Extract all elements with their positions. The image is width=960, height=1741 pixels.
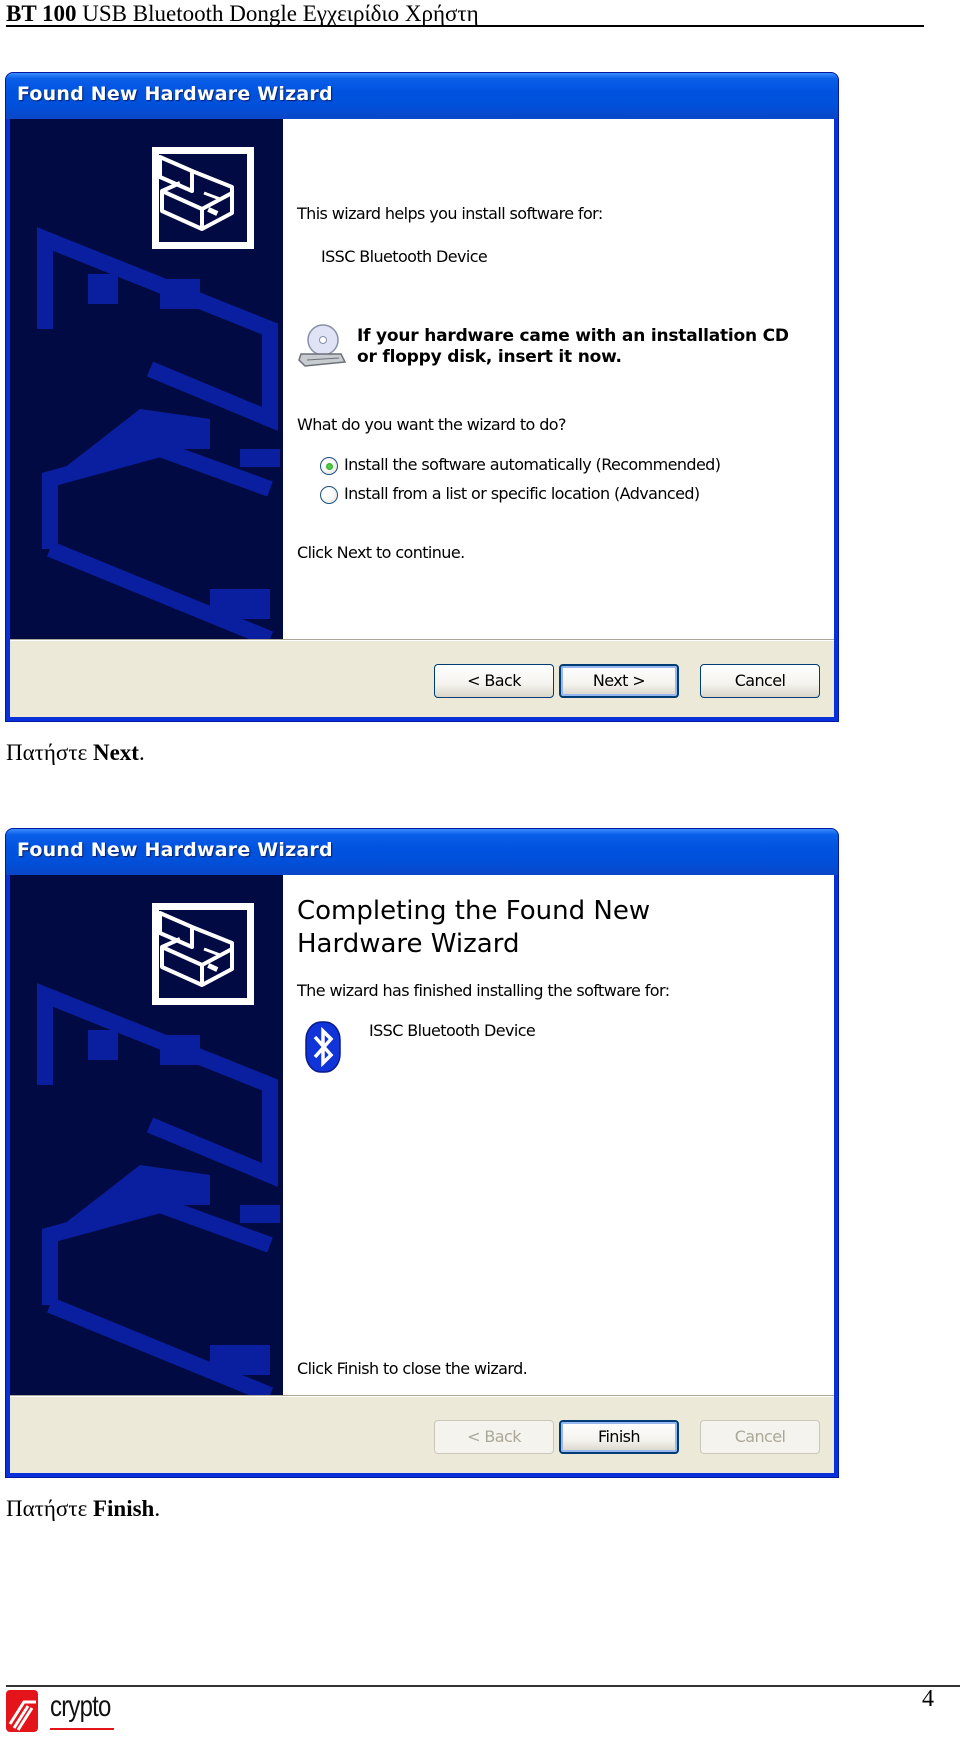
- crypto-logo-icon: [6, 1690, 38, 1732]
- header-title: USB Bluetooth Dongle Εγχειρίδιο Χρήστη: [76, 1, 479, 26]
- document-header: BT 100 USB Bluetooth Dongle Εγχειρίδιο Χ…: [6, 0, 924, 27]
- back-button[interactable]: < Back: [434, 1420, 554, 1454]
- cd-note-line1: If your hardware came with an installati…: [357, 326, 789, 346]
- caption-step-finish: Πατήστε Finish.: [6, 1496, 160, 1522]
- continue-instruction: Click Next to continue.: [297, 543, 465, 562]
- caption-prefix: Πατήστε: [6, 1496, 93, 1521]
- window-title: Found New Hardware Wizard: [17, 83, 333, 105]
- completion-heading-line1: Completing the Found New: [297, 896, 651, 926]
- wizard-content: Completing the Found New Hardware Wizard…: [283, 875, 834, 1395]
- device-name: ISSC Bluetooth Device: [369, 1021, 536, 1040]
- finish-button[interactable]: Finish: [559, 1420, 679, 1454]
- finished-intro-text: The wizard has finished installing the s…: [297, 981, 670, 1000]
- footer-rule: [6, 1685, 960, 1687]
- logo-underline: [50, 1728, 114, 1730]
- separator: [10, 639, 834, 641]
- radio-install-automatically[interactable]: [320, 457, 338, 475]
- option-install-automatically-label[interactable]: Install the software automatically (Reco…: [344, 455, 721, 474]
- caption-suffix: .: [138, 740, 145, 765]
- caption-prefix: Πατήστε: [6, 740, 93, 765]
- cancel-button[interactable]: Cancel: [700, 1420, 820, 1454]
- intro-text: This wizard helps you install software f…: [297, 204, 603, 223]
- window-title: Found New Hardware Wizard: [17, 839, 333, 861]
- caption-suffix: .: [154, 1496, 161, 1521]
- separator: [10, 1395, 834, 1397]
- caption-bold: Next: [92, 740, 139, 765]
- hardware-wizard-icon: [152, 147, 254, 249]
- radio-install-from-list[interactable]: [320, 486, 338, 504]
- bluetooth-icon: [305, 1021, 341, 1073]
- finish-instruction: Click Finish to close the wizard.: [297, 1359, 528, 1378]
- caption-step-next: Πατήστε Next.: [6, 740, 145, 766]
- title-bar[interactable]: Found New Hardware Wizard: [6, 829, 838, 875]
- dialog-client: This wizard helps you install software f…: [10, 119, 834, 717]
- cancel-button[interactable]: Cancel: [700, 664, 820, 698]
- crypto-logo-text: crypto: [50, 1690, 111, 1723]
- wizard-content: This wizard helps you install software f…: [283, 119, 834, 639]
- title-bar[interactable]: Found New Hardware Wizard: [6, 73, 838, 119]
- device-name: ISSC Bluetooth Device: [321, 247, 488, 266]
- wizard-banner: [10, 119, 283, 639]
- option-install-from-list-label[interactable]: Install from a list or specific location…: [344, 484, 700, 503]
- cd-drive-icon: [297, 320, 347, 368]
- dialog-client: Completing the Found New Hardware Wizard…: [10, 875, 834, 1473]
- hardware-wizard-icon: [152, 903, 254, 1005]
- back-button[interactable]: < Back: [434, 664, 554, 698]
- next-button[interactable]: Next >: [559, 664, 679, 698]
- wizard-dialog-complete: Found New Hardware Wizard Completing the…: [5, 828, 839, 1478]
- caption-bold: Finish: [92, 1496, 155, 1521]
- cd-note-line2: or floppy disk, insert it now.: [357, 347, 622, 367]
- wizard-question: What do you want the wizard to do?: [297, 415, 566, 434]
- page-number: 4: [922, 1686, 934, 1712]
- header-product: BT 100: [6, 1, 77, 26]
- wizard-dialog-install: Found New Hardware Wizard This wizard he…: [5, 72, 839, 722]
- completion-heading-line2: Hardware Wizard: [297, 929, 520, 959]
- wizard-banner: [10, 875, 283, 1395]
